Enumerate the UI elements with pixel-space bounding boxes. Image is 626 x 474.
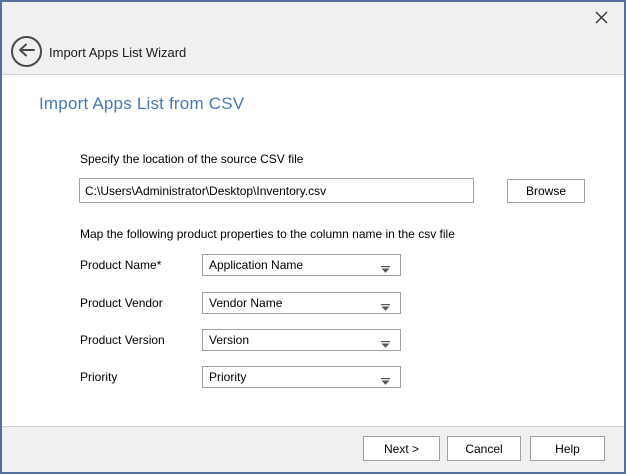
browse-button[interactable]: Browse [507, 179, 585, 203]
chevron-down-icon [381, 374, 390, 381]
mapping-row-product-version: Product Version Version [2, 329, 624, 351]
back-button[interactable] [11, 36, 42, 67]
import-wizard-window: Import Apps List Wizard Import Apps List… [0, 0, 626, 474]
product-name-label: Product Name* [80, 258, 161, 272]
mapping-row-product-vendor: Product Vendor Vendor Name [2, 292, 624, 314]
chevron-down-icon [381, 262, 390, 269]
next-button[interactable]: Next > [363, 436, 440, 461]
dropdown-selected-value: Version [209, 333, 381, 347]
wizard-header: Import Apps List Wizard [2, 2, 624, 75]
page-title: Import Apps List from CSV [39, 94, 244, 114]
product-version-label: Product Version [80, 333, 165, 347]
chevron-down-icon [381, 300, 390, 307]
product-vendor-label: Product Vendor [80, 296, 163, 310]
dropdown-selected-value: Priority [209, 370, 381, 384]
product-name-dropdown[interactable]: Application Name [202, 254, 401, 276]
dropdown-selected-value: Application Name [209, 258, 381, 272]
csv-path-input[interactable] [79, 178, 474, 203]
close-icon [595, 11, 608, 27]
wizard-title: Import Apps List Wizard [49, 45, 186, 60]
product-vendor-dropdown[interactable]: Vendor Name [202, 292, 401, 314]
help-button[interactable]: Help [530, 436, 605, 461]
priority-label: Priority [80, 370, 117, 384]
priority-dropdown[interactable]: Priority [202, 366, 401, 388]
arrow-left-icon [18, 43, 35, 60]
mapping-row-priority: Priority Priority [2, 366, 624, 388]
wizard-footer: Next > Cancel Help [2, 426, 624, 472]
product-version-dropdown[interactable]: Version [202, 329, 401, 351]
mapping-row-product-name: Product Name* Application Name [2, 254, 624, 276]
cancel-button[interactable]: Cancel [447, 436, 521, 461]
close-button[interactable] [588, 6, 614, 32]
source-file-label: Specify the location of the source CSV f… [80, 152, 303, 166]
wizard-content: Import Apps List from CSV Specify the lo… [2, 76, 624, 426]
mapping-instructions-label: Map the following product properties to … [80, 227, 455, 241]
chevron-down-icon [381, 337, 390, 344]
dropdown-selected-value: Vendor Name [209, 296, 381, 310]
